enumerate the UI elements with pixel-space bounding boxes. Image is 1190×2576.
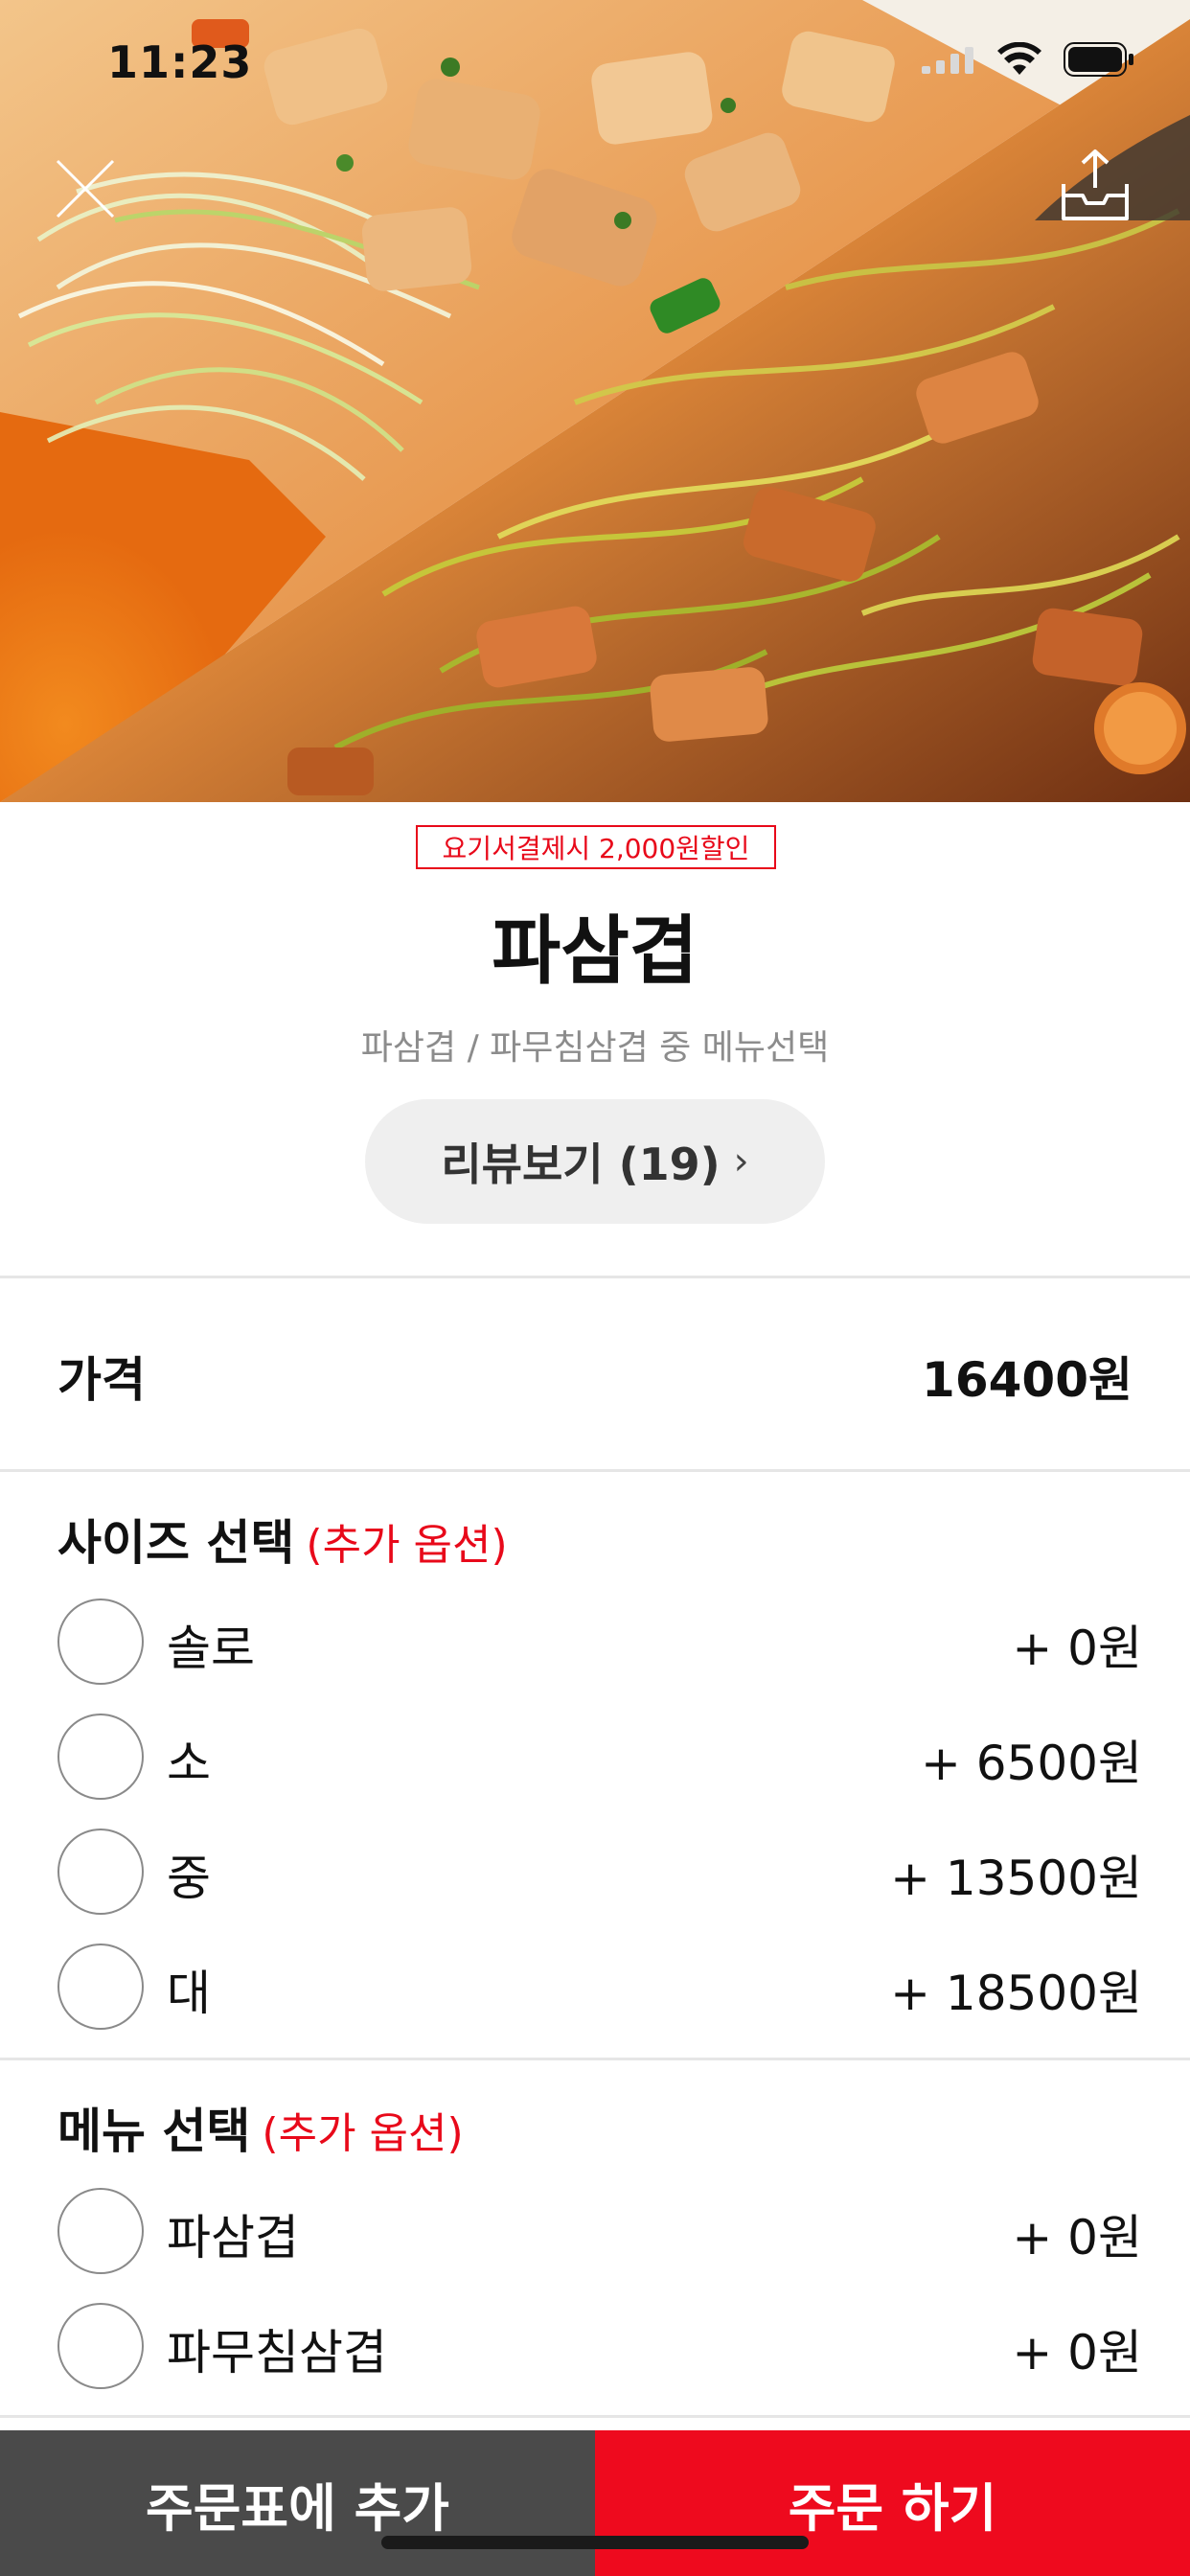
share-icon bbox=[1062, 150, 1129, 220]
review-button[interactable]: 리뷰보기 (19) › bbox=[365, 1099, 825, 1224]
menu-option-pamuchim-samgyeop[interactable]: 파무침삼겹 + 0원 bbox=[0, 2303, 1190, 2399]
menu-group-extra: (추가 옵션) bbox=[262, 2109, 464, 2158]
divider bbox=[0, 1469, 1190, 1472]
home-indicator[interactable] bbox=[381, 2536, 809, 2549]
option-price: + 6500원 bbox=[920, 1736, 1142, 1791]
size-group-title: 사이즈 선택 (추가 옵션) bbox=[57, 1505, 508, 1574]
option-price: + 0원 bbox=[1012, 2325, 1142, 2380]
order-now-button[interactable]: 주문 하기 bbox=[595, 2430, 1190, 2576]
option-price: + 18500원 bbox=[890, 1966, 1142, 2021]
divider bbox=[0, 2058, 1190, 2060]
radio-button[interactable] bbox=[57, 1944, 144, 2030]
bottom-action-bar: 주문표에 추가 주문 하기 bbox=[0, 2430, 1190, 2576]
option-price: + 0원 bbox=[1012, 1621, 1142, 1676]
option-label: 소 bbox=[167, 1736, 211, 1791]
divider bbox=[0, 2415, 1190, 2418]
option-label: 파삼겹 bbox=[167, 2210, 299, 2266]
option-label: 중 bbox=[167, 1851, 211, 1906]
radio-button[interactable] bbox=[57, 1828, 144, 1915]
menu-title: 파삼겹 bbox=[492, 908, 698, 995]
chevron-right-icon: › bbox=[733, 1139, 749, 1184]
menu-group-title-text: 메뉴 선택 bbox=[57, 2104, 251, 2159]
size-option-large[interactable]: 대 + 18500원 bbox=[0, 1944, 1190, 2039]
divider bbox=[0, 1276, 1190, 1278]
share-button[interactable] bbox=[1054, 146, 1136, 228]
status-icons bbox=[922, 42, 1134, 77]
option-label: 파무침삼겹 bbox=[167, 2325, 387, 2380]
menu-hero-image: 11:23 bbox=[0, 0, 1190, 802]
menu-description: 파삼겹 / 파무침삼겹 중 메뉴선택 bbox=[360, 1028, 830, 1068]
battery-icon bbox=[1064, 42, 1134, 77]
option-price: + 0원 bbox=[1012, 2210, 1142, 2266]
option-label: 솔로 bbox=[167, 1621, 255, 1676]
close-button[interactable] bbox=[50, 153, 121, 224]
size-option-solo[interactable]: 솔로 + 0원 bbox=[0, 1598, 1190, 1694]
size-option-medium[interactable]: 중 + 13500원 bbox=[0, 1828, 1190, 1924]
option-price: + 13500원 bbox=[890, 1851, 1142, 1906]
option-label: 대 bbox=[167, 1966, 211, 2021]
add-to-cart-button[interactable]: 주문표에 추가 bbox=[0, 2430, 595, 2576]
wifi-icon bbox=[996, 42, 1042, 77]
review-button-label: 리뷰보기 (19) bbox=[441, 1138, 721, 1190]
radio-button[interactable] bbox=[57, 2188, 144, 2274]
radio-button[interactable] bbox=[57, 1598, 144, 1685]
status-time: 11:23 bbox=[107, 36, 253, 88]
close-icon bbox=[56, 159, 115, 218]
price-label: 가격 bbox=[57, 1352, 146, 1408]
discount-badge: 요기서결제시 2,000원할인 bbox=[416, 825, 776, 869]
signal-icon bbox=[922, 45, 975, 74]
status-bar: 11:23 bbox=[0, 0, 1190, 126]
menu-group-title: 메뉴 선택 (추가 옵션) bbox=[57, 2093, 464, 2162]
size-group-extra: (추가 옵션) bbox=[306, 1521, 508, 1570]
radio-button[interactable] bbox=[57, 1714, 144, 1800]
price-value: 16400원 bbox=[922, 1352, 1133, 1408]
menu-option-pasamgyeop[interactable]: 파삼겹 + 0원 bbox=[0, 2188, 1190, 2284]
size-group-title-text: 사이즈 선택 bbox=[57, 1515, 295, 1571]
radio-button[interactable] bbox=[57, 2303, 144, 2389]
size-option-small[interactable]: 소 + 6500원 bbox=[0, 1714, 1190, 1809]
